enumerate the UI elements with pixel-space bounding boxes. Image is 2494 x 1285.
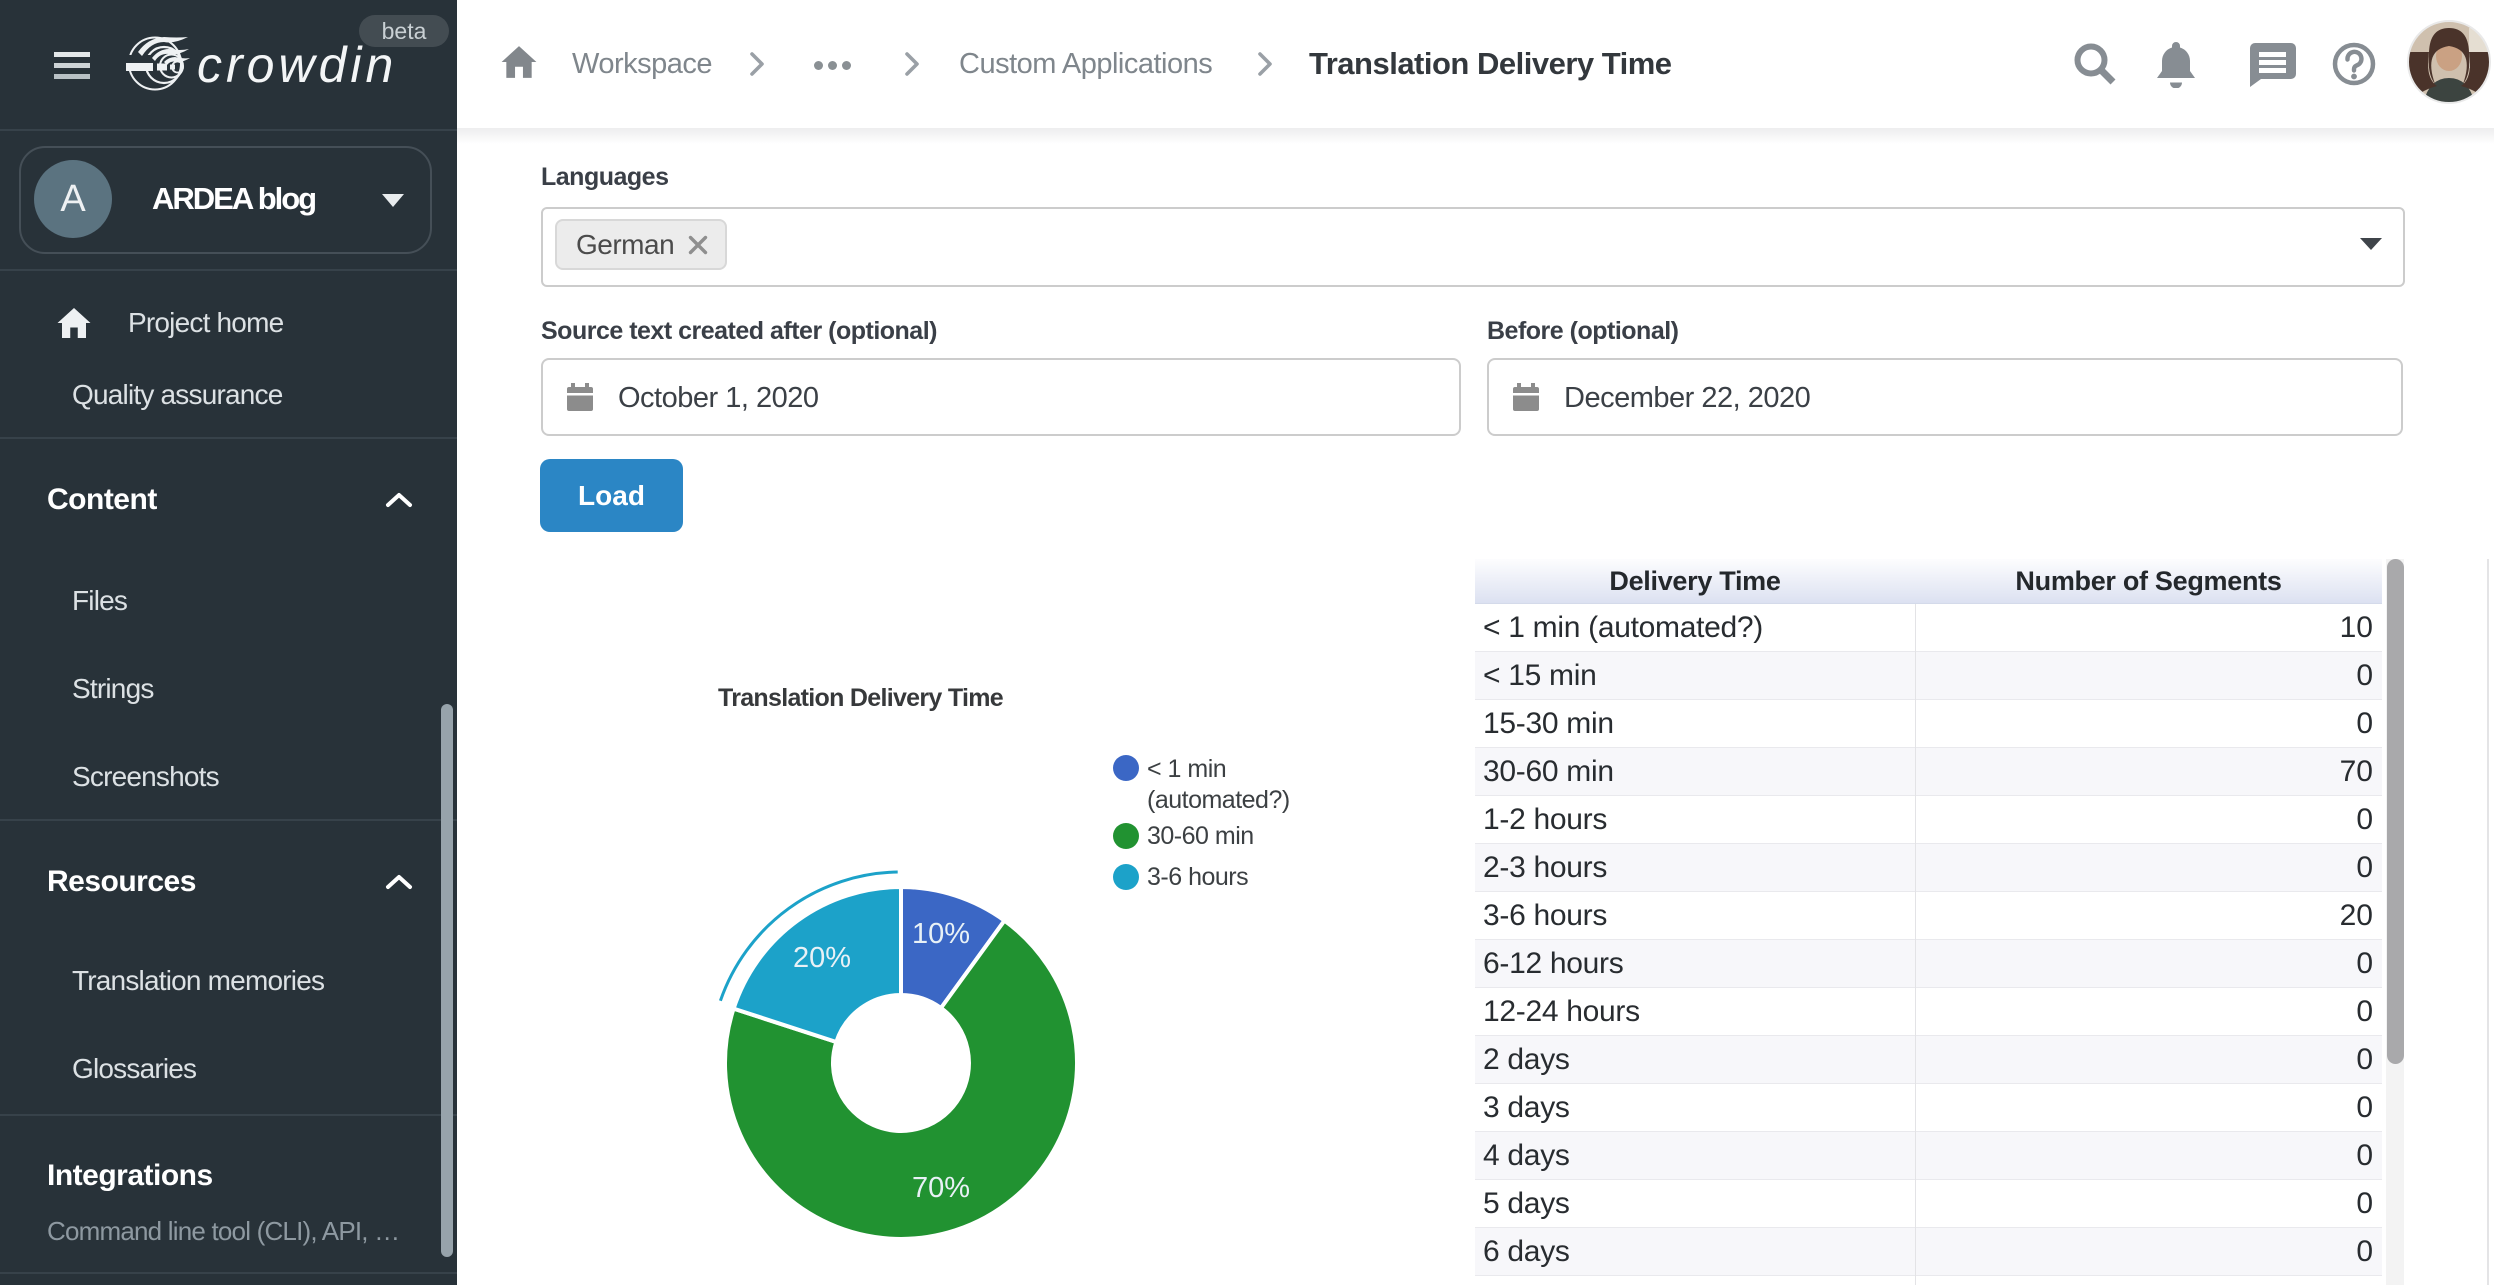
- svg-text:10%: 10%: [912, 918, 970, 950]
- svg-text:70%: 70%: [912, 1172, 970, 1204]
- svg-text:20%: 20%: [793, 942, 851, 974]
